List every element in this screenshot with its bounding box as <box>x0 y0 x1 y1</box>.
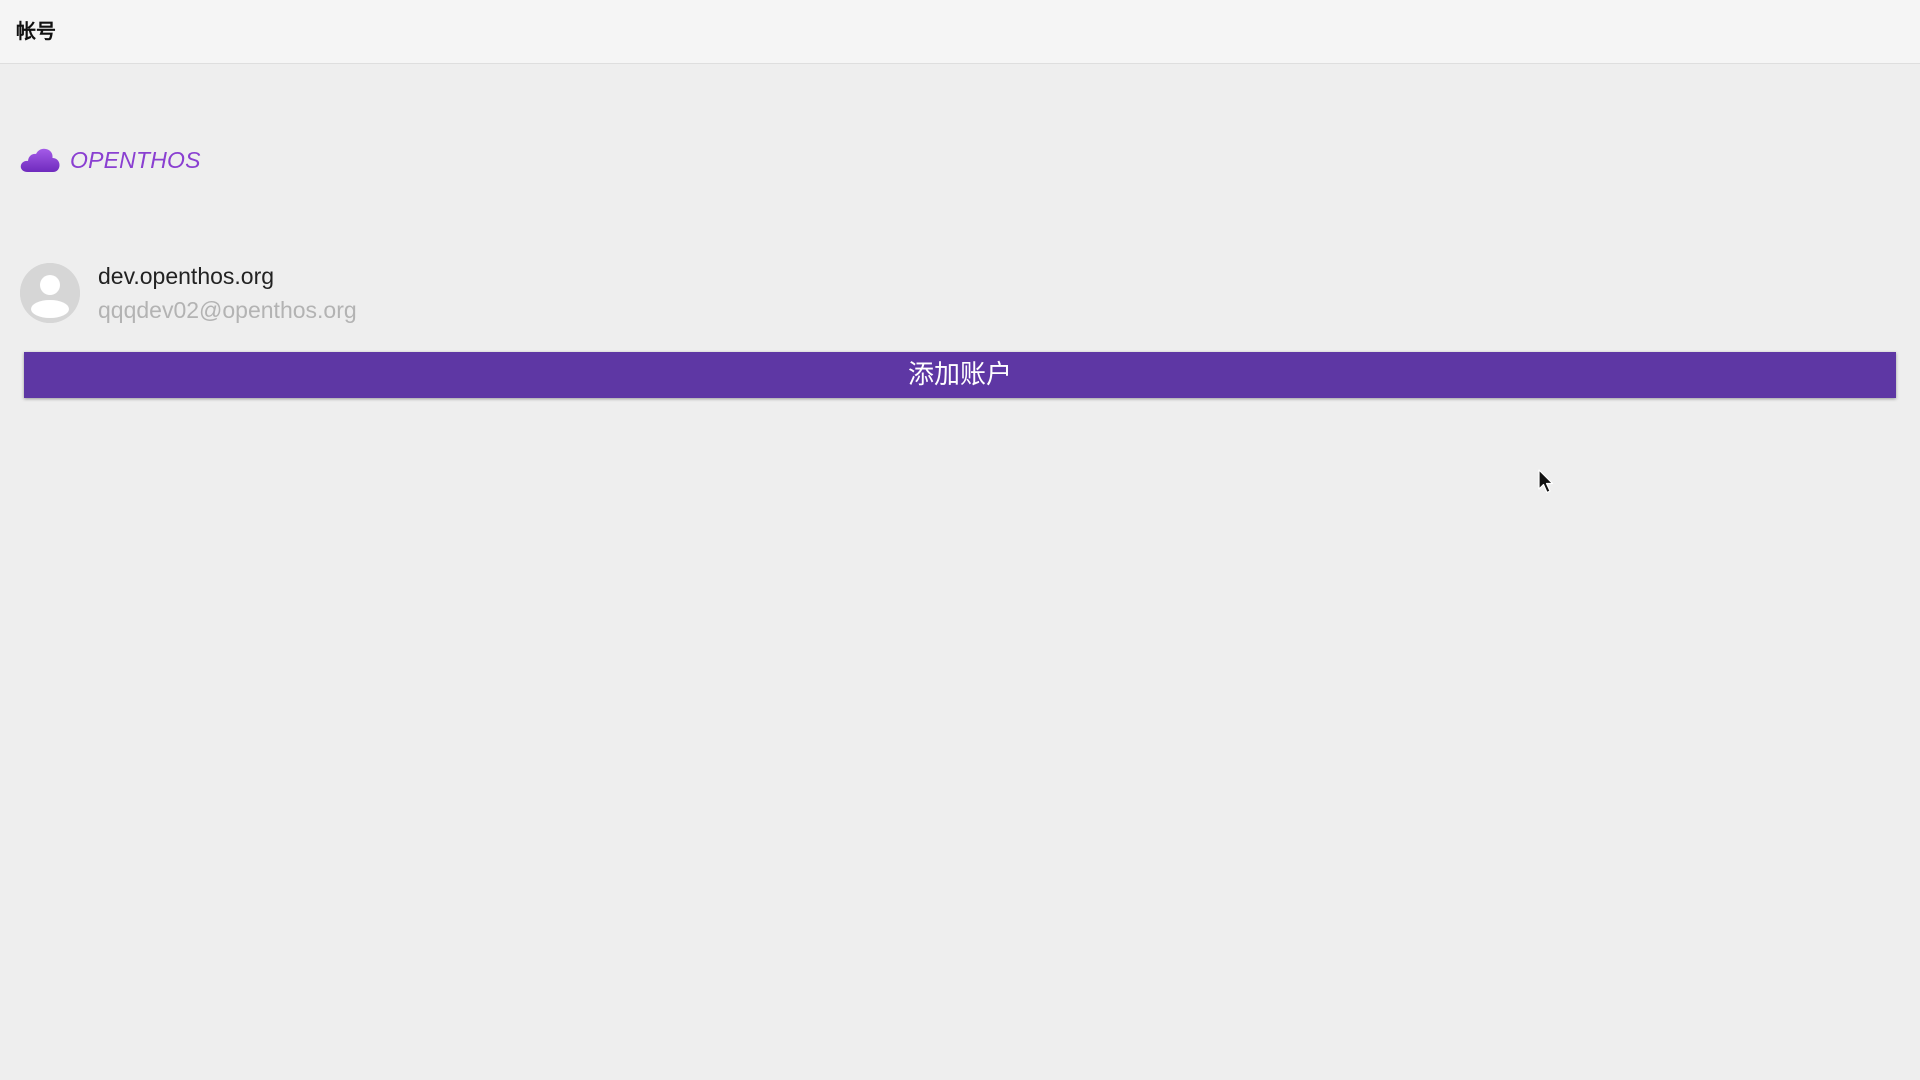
openthos-brand: OPENTHOS <box>20 140 201 180</box>
mouse-cursor-icon <box>1538 469 1554 494</box>
account-details: dev.openthos.org qqqdev02@openthos.org <box>98 261 357 325</box>
title-bar: 帐号 <box>0 0 1920 64</box>
brand-name: OPENTHOS <box>70 146 201 173</box>
person-icon <box>20 263 80 323</box>
page-title: 帐号 <box>16 19 56 43</box>
cloud-icon <box>20 148 60 172</box>
account-item[interactable]: dev.openthos.org qqqdev02@openthos.org <box>20 262 920 324</box>
account-name: dev.openthos.org <box>98 263 275 289</box>
add-account-button[interactable]: 添加账户 <box>24 352 1896 398</box>
account-email: qqqdev02@openthos.org <box>98 297 357 323</box>
